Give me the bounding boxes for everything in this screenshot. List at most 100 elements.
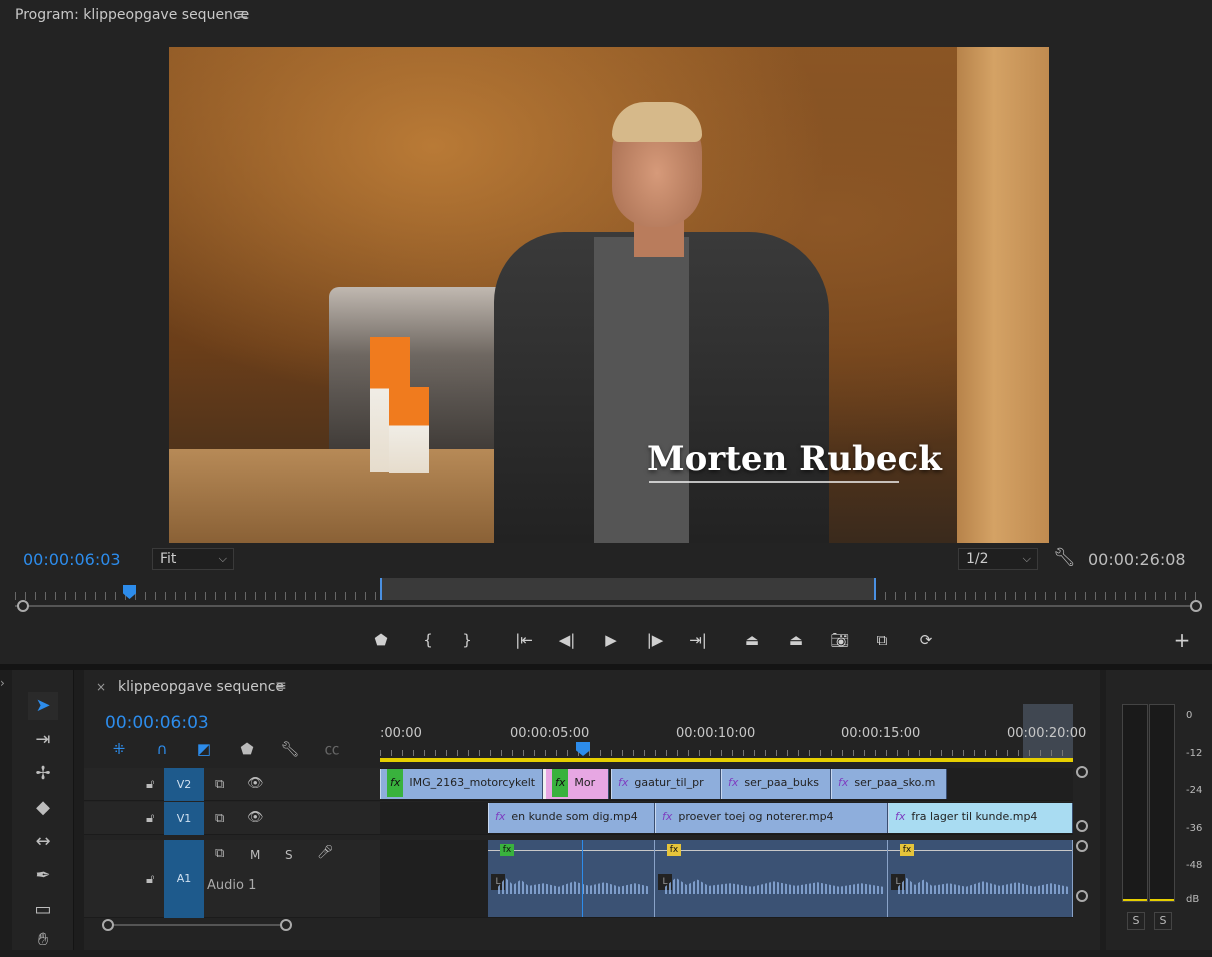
timeline-panel: × klippeopgave sequence ≡ 00:00:06:03 ⁜ … <box>84 670 1100 950</box>
solo-right-button[interactable]: S <box>1154 912 1172 930</box>
volume-rubber-band[interactable] <box>888 850 1072 851</box>
button-editor-plus-icon[interactable]: + <box>1170 628 1194 652</box>
sync-lock-icon[interactable]: ⧉ <box>215 777 224 792</box>
comparison-view-button[interactable]: ⧉ <box>870 628 894 652</box>
captions-icon[interactable]: ㏄ <box>321 738 343 760</box>
hand-tool-icon[interactable]: ✋︎ <box>28 926 58 954</box>
clip-v2-4[interactable]: fx ser_paa_sko.m <box>831 769 947 799</box>
zoom-scrollbar[interactable] <box>15 605 1200 607</box>
resolution-select[interactable]: 1/2 ⌵ <box>958 548 1038 570</box>
scroll-handle-top[interactable] <box>1076 766 1088 778</box>
play-button[interactable]: ▶ <box>599 628 623 652</box>
razor-tool-icon[interactable]: ◆ <box>28 794 58 822</box>
zoom-handle-right[interactable] <box>1190 600 1202 612</box>
scroll-handle-mid[interactable] <box>1076 820 1088 832</box>
proxy-toggle-button[interactable]: ⟳ <box>914 628 938 652</box>
pen-tool-icon[interactable]: ✒ <box>28 862 58 890</box>
horizontal-zoom-scrollbar[interactable] <box>102 919 292 931</box>
lock-icon[interactable]: 🔓︎ <box>146 872 154 887</box>
step-back-button[interactable]: ◀| <box>555 628 579 652</box>
scroll-handle-right[interactable] <box>280 919 292 931</box>
clip-v2-1[interactable]: fx Mor <box>543 769 609 799</box>
linked-selection-icon[interactable]: ◩ <box>193 738 215 760</box>
zoom-select[interactable]: Fit ⌵ <box>152 548 234 570</box>
nest-toggle-icon[interactable]: ⁜ <box>108 738 130 760</box>
mark-in-button[interactable]: { <box>416 628 440 652</box>
ruler-label: 00:00:05:00 <box>510 726 590 741</box>
microphone-icon[interactable]: 🎤︎ <box>317 845 334 860</box>
rectangle-tool-icon[interactable]: ▭ <box>28 896 58 924</box>
close-icon[interactable]: × <box>96 680 106 694</box>
scroll-track[interactable] <box>108 924 286 926</box>
scroll-handle-left[interactable] <box>102 919 114 931</box>
snap-magnet-icon[interactable]: ∩ <box>151 738 173 760</box>
ruler-label: 00:00:10:00 <box>676 726 756 741</box>
db-label: -36 <box>1186 823 1203 834</box>
solo-button[interactable]: S <box>285 848 293 862</box>
ripple-edit-tool-icon[interactable]: ✢ <box>28 760 58 788</box>
program-menu-icon[interactable]: ≡ <box>236 5 249 23</box>
timeline-menu-icon[interactable]: ≡ <box>275 678 287 694</box>
scroll-handle-audio-bottom[interactable] <box>1076 890 1088 902</box>
work-area-bar[interactable] <box>380 758 1073 762</box>
track-header-v2: 🔓︎ V2 ⧉ 👁︎ <box>84 768 380 801</box>
go-to-out-button[interactable]: ⇥| <box>686 628 710 652</box>
clip-v2-3[interactable]: fx ser_paa_buks <box>721 769 831 799</box>
clip-v1-0[interactable]: fx en kunde som dig.mp4 <box>488 803 655 833</box>
track-target-a1[interactable]: A1 <box>164 840 204 918</box>
chevron-right-icon[interactable]: › <box>0 676 5 690</box>
track-select-tool-icon[interactable]: ⇥ <box>28 726 58 754</box>
step-forward-button[interactable]: |▶ <box>643 628 667 652</box>
program-monitor-title: Program: klippeopgave sequence <box>15 7 250 23</box>
timeline-settings-wrench-icon[interactable]: 🔧︎ <box>279 738 301 760</box>
go-to-in-button[interactable]: |⇤ <box>512 628 536 652</box>
add-marker-button[interactable]: ⬟ <box>369 628 393 652</box>
add-marker-icon[interactable]: ⬟ <box>236 738 258 760</box>
timeline-timecode[interactable]: 00:00:06:03 <box>105 713 209 733</box>
wrench-icon[interactable]: 🔧︎ <box>1053 547 1076 568</box>
vertical-scrollbar[interactable] <box>1074 762 1094 922</box>
export-frame-camera-icon[interactable]: 📷︎ <box>828 628 852 652</box>
fx-badge: fx <box>662 810 673 823</box>
audio-clip-a1-1[interactable]: fx L <box>655 840 888 917</box>
sequence-tab[interactable]: klippeopgave sequence <box>118 679 284 695</box>
ruler-ticks <box>380 750 1073 756</box>
clip-v1-1[interactable]: fx proever toej og noterer.mp4 <box>655 803 888 833</box>
selection-tool-icon[interactable]: ➤ <box>28 692 58 720</box>
clip-name: gaatur_til_pr <box>634 776 704 789</box>
audio-clip-a1-0[interactable]: fx L <box>488 840 655 917</box>
program-playhead-timecode[interactable]: 00:00:06:03 <box>23 550 121 569</box>
extract-button[interactable]: ⏏ <box>784 628 808 652</box>
scroll-handle-audio-top[interactable] <box>1076 840 1088 852</box>
video-frame[interactable]: Morten Rubeck <box>169 47 1049 543</box>
timeline-ruler[interactable]: :00:00 00:00:05:00 00:00:10:00 00:00:15:… <box>380 704 1086 762</box>
program-time-ruler[interactable] <box>15 578 1202 614</box>
lock-icon[interactable]: 🔓︎ <box>146 811 154 826</box>
sync-lock-icon[interactable]: ⧉ <box>215 846 224 861</box>
mark-out-button[interactable]: } <box>455 628 479 652</box>
ruler-label: :00:00 <box>380 726 422 741</box>
in-out-range[interactable] <box>380 578 876 600</box>
clip-name: ser_paa_buks <box>744 776 819 789</box>
fx-badge: fx <box>895 810 906 823</box>
solo-left-button[interactable]: S <box>1127 912 1145 930</box>
clip-v2-2[interactable]: fx gaatur_til_pr <box>611 769 721 799</box>
eye-icon[interactable]: 👁︎ <box>247 810 264 825</box>
program-duration: 00:00:26:08 <box>1088 550 1186 569</box>
person-shirt <box>594 237 689 543</box>
zoom-handle-left[interactable] <box>17 600 29 612</box>
audio-clip-a1-2[interactable]: fx L <box>888 840 1073 917</box>
slip-tool-icon[interactable]: ↔ <box>28 828 58 856</box>
lift-button[interactable]: ⏏ <box>740 628 764 652</box>
track-target-v2[interactable]: V2 <box>164 768 204 801</box>
track-target-v1[interactable]: V1 <box>164 802 204 835</box>
sync-lock-icon[interactable]: ⧉ <box>215 811 224 826</box>
lock-icon[interactable]: 🔓︎ <box>146 777 154 792</box>
volume-rubber-band[interactable] <box>655 850 887 851</box>
fx-badge: fx <box>728 776 739 789</box>
mute-button[interactable]: M <box>250 848 260 862</box>
clip-v2-0[interactable]: fx IMG_2163_motorcykelt <box>380 769 543 799</box>
playhead-line <box>582 840 583 917</box>
eye-icon[interactable]: 👁︎ <box>247 776 264 791</box>
clip-v1-2[interactable]: fx fra lager til kunde.mp4 <box>888 803 1073 833</box>
